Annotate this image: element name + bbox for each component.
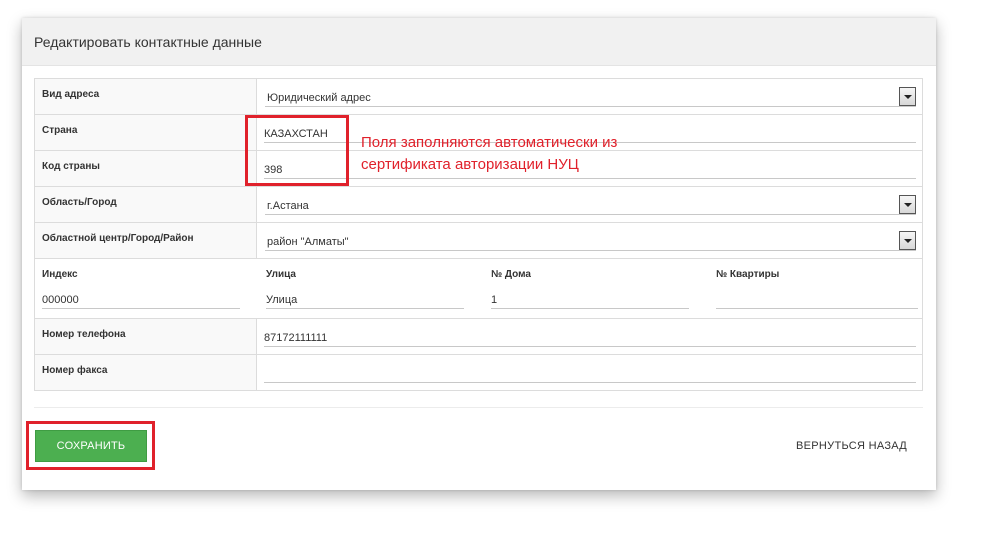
row-region: Область/Город г.Астана xyxy=(35,187,922,223)
back-link[interactable]: ВЕРНУТЬСЯ НАЗАД xyxy=(796,440,907,452)
address-type-label: Вид адреса xyxy=(42,89,100,100)
save-button[interactable]: СОХРАНИТЬ xyxy=(35,430,147,462)
panel-header: Редактировать контактные данные xyxy=(22,18,936,66)
phone-label: Номер телефона xyxy=(42,329,126,340)
contact-form: Вид адреса Юридический адрес Страна КАЗА… xyxy=(34,78,923,391)
address-type-select[interactable]: Юридический адрес xyxy=(265,87,916,107)
fax-field[interactable] xyxy=(264,367,916,383)
row-fax: Номер факса xyxy=(35,355,922,390)
divider xyxy=(34,407,923,408)
district-select[interactable]: район "Алматы" xyxy=(265,231,916,251)
fax-label: Номер факса xyxy=(42,365,108,376)
chevron-down-icon[interactable] xyxy=(899,231,916,250)
region-label: Область/Город xyxy=(42,197,117,208)
country-label: Страна xyxy=(42,125,78,136)
autofill-annotation: Поля заполняются автоматически из сертиф… xyxy=(361,132,661,176)
autofill-highlight-box xyxy=(245,115,349,186)
address-type-value: Юридический адрес xyxy=(267,92,371,104)
apartment-label: № Квартиры xyxy=(716,269,780,280)
district-value: район "Алматы" xyxy=(267,236,349,248)
row-address-details: Индекс 000000 Улица Улица № Дома 1 № Ква… xyxy=(35,259,922,319)
chevron-down-icon[interactable] xyxy=(899,195,916,214)
house-field[interactable]: 1 xyxy=(491,293,689,309)
index-label: Индекс xyxy=(42,269,78,280)
country-code-label: Код страны xyxy=(42,161,100,172)
street-label: Улица xyxy=(266,269,296,280)
chevron-down-icon[interactable] xyxy=(899,87,916,106)
row-district: Областной центр/Город/Район район "Алмат… xyxy=(35,223,922,259)
region-select[interactable]: г.Астана xyxy=(265,195,916,215)
edit-contacts-panel: Редактировать контактные данные Вид адре… xyxy=(22,18,936,490)
apartment-field[interactable] xyxy=(716,293,918,309)
annotation-line-1: Поля заполняются автоматически из xyxy=(361,134,618,151)
region-value: г.Астана xyxy=(267,200,309,212)
street-field[interactable]: Улица xyxy=(266,293,464,309)
page-title: Редактировать контактные данные xyxy=(34,34,262,50)
row-address-type: Вид адреса Юридический адрес xyxy=(35,79,922,115)
index-field[interactable]: 000000 xyxy=(42,293,240,309)
district-label: Областной центр/Город/Район xyxy=(42,233,194,244)
annotation-line-2: сертификата авторизации НУЦ xyxy=(361,156,579,173)
house-label: № Дома xyxy=(491,269,531,280)
row-phone: Номер телефона 87172111111 xyxy=(35,319,922,355)
phone-field[interactable]: 87172111111 xyxy=(264,331,916,347)
